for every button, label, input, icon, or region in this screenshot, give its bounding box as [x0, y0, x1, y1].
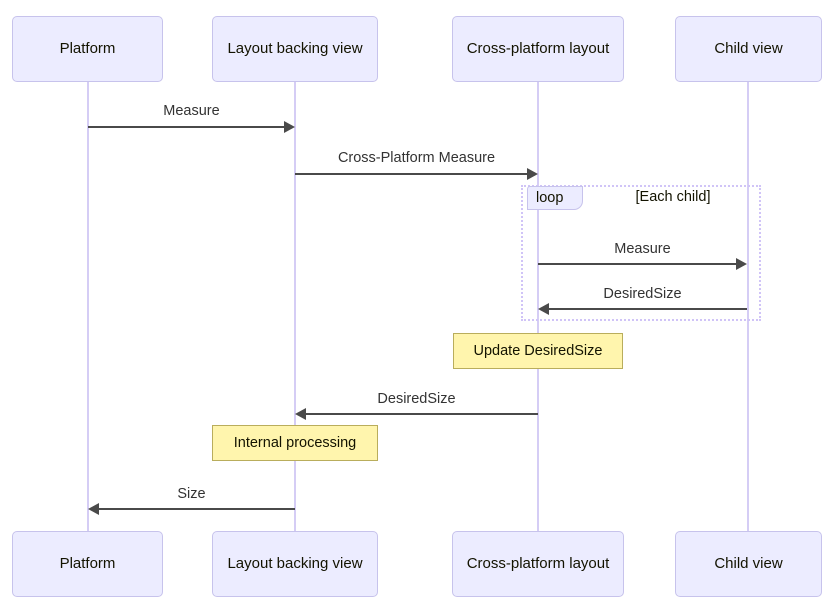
participant-label: Child view	[714, 40, 783, 57]
loop-keyword-label: loop	[536, 190, 564, 206]
sequence-diagram: Platform Layout backing view Cross-platf…	[0, 0, 835, 613]
lifeline-backingview	[294, 82, 296, 532]
participant-bottom-childview[interactable]: Child view	[675, 531, 822, 597]
note-update-desiredsize: Update DesiredSize	[453, 333, 623, 369]
message-label-measure-2: Measure	[614, 241, 671, 257]
participant-bottom-platform[interactable]: Platform	[12, 531, 163, 597]
participant-label: Platform	[59, 555, 116, 572]
arrowhead-right-icon	[736, 258, 747, 270]
message-line-measure-2	[538, 263, 736, 265]
participant-label: Child view	[714, 555, 783, 572]
loop-keyword-tab: loop	[527, 186, 583, 210]
note-text: Update DesiredSize	[473, 343, 603, 359]
message-label-size: Size	[177, 486, 206, 502]
message-label-measure-1: Measure	[163, 103, 220, 119]
message-label-desiredsize-2: DesiredSize	[377, 391, 456, 407]
participant-top-platform[interactable]: Platform	[12, 16, 163, 82]
message-label-desiredsize-1: DesiredSize	[603, 286, 682, 302]
arrowhead-right-icon	[527, 168, 538, 180]
loop-condition-label: [Each child]	[635, 189, 711, 205]
participant-label: Layout backing view	[227, 40, 363, 57]
participant-label: Layout backing view	[227, 555, 363, 572]
lifeline-platform	[87, 82, 89, 532]
participant-label: Cross-platform layout	[466, 40, 610, 57]
message-line-measure-1	[88, 126, 284, 128]
participant-top-childview[interactable]: Child view	[675, 16, 822, 82]
arrowhead-left-icon	[88, 503, 99, 515]
message-line-desiredsize-2	[306, 413, 538, 415]
arrowhead-right-icon	[284, 121, 295, 133]
message-label-cross-platform-measure: Cross-Platform Measure	[337, 150, 496, 166]
message-line-size	[99, 508, 295, 510]
participant-top-backingview[interactable]: Layout backing view	[212, 16, 378, 82]
participant-label: Platform	[59, 40, 116, 57]
participant-label: Cross-platform layout	[466, 555, 610, 572]
participant-bottom-backingview[interactable]: Layout backing view	[212, 531, 378, 597]
note-text: Internal processing	[233, 435, 357, 451]
message-line-cross-platform-measure	[295, 173, 527, 175]
note-internal-processing: Internal processing	[212, 425, 378, 461]
arrowhead-left-icon	[538, 303, 549, 315]
arrowhead-left-icon	[295, 408, 306, 420]
participant-top-crosslayout[interactable]: Cross-platform layout	[452, 16, 624, 82]
message-line-desiredsize-1	[549, 308, 747, 310]
participant-bottom-crosslayout[interactable]: Cross-platform layout	[452, 531, 624, 597]
